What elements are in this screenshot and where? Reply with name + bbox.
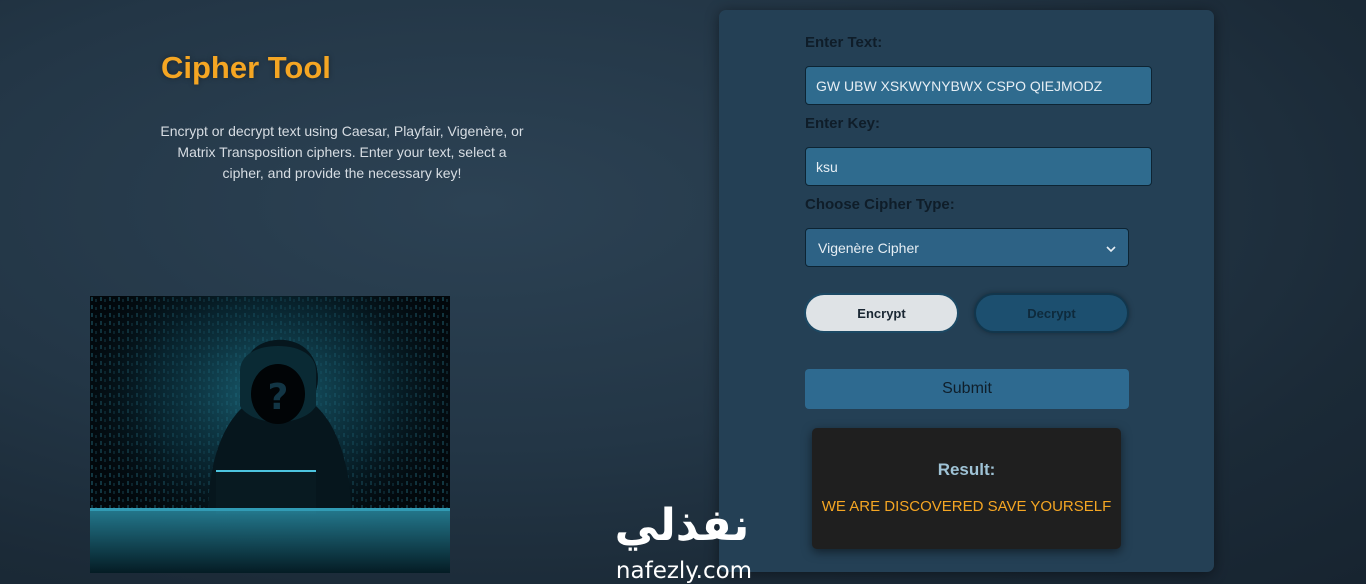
key-field-label: Enter Key: xyxy=(805,115,881,132)
chevron-down-icon xyxy=(1106,240,1116,256)
cipher-type-select[interactable]: Vigenère Cipher xyxy=(805,228,1129,267)
cipher-form-card: Enter Text: Enter Key: Choose Cipher Typ… xyxy=(719,10,1214,572)
hacker-illustration: ? xyxy=(90,296,450,573)
svg-text:?: ? xyxy=(268,377,289,418)
page-description: Encrypt or decrypt text using Caesar, Pl… xyxy=(160,123,524,181)
text-field-label: Enter Text: xyxy=(805,34,883,51)
watermark-arabic: نفذلي xyxy=(615,500,750,551)
text-input[interactable] xyxy=(805,66,1152,105)
cipher-type-label: Choose Cipher Type: xyxy=(805,196,955,213)
result-value: WE ARE DISCOVERED SAVE YOURSELF xyxy=(821,498,1112,515)
cipher-type-selected: Vigenère Cipher xyxy=(818,239,919,256)
watermark-latin: nafezly.com xyxy=(616,558,752,584)
result-label: Result: xyxy=(937,460,996,479)
page-title: Cipher Tool xyxy=(161,50,331,85)
decrypt-button[interactable]: Decrypt xyxy=(974,293,1129,333)
watermark-logo: نفذلي nafezly.com xyxy=(592,488,772,584)
result-panel: Result: WE ARE DISCOVERED SAVE YOURSELF xyxy=(812,428,1121,549)
submit-button[interactable]: Submit xyxy=(805,369,1129,409)
key-input[interactable] xyxy=(805,147,1152,186)
encrypt-button[interactable]: Encrypt xyxy=(804,293,959,333)
